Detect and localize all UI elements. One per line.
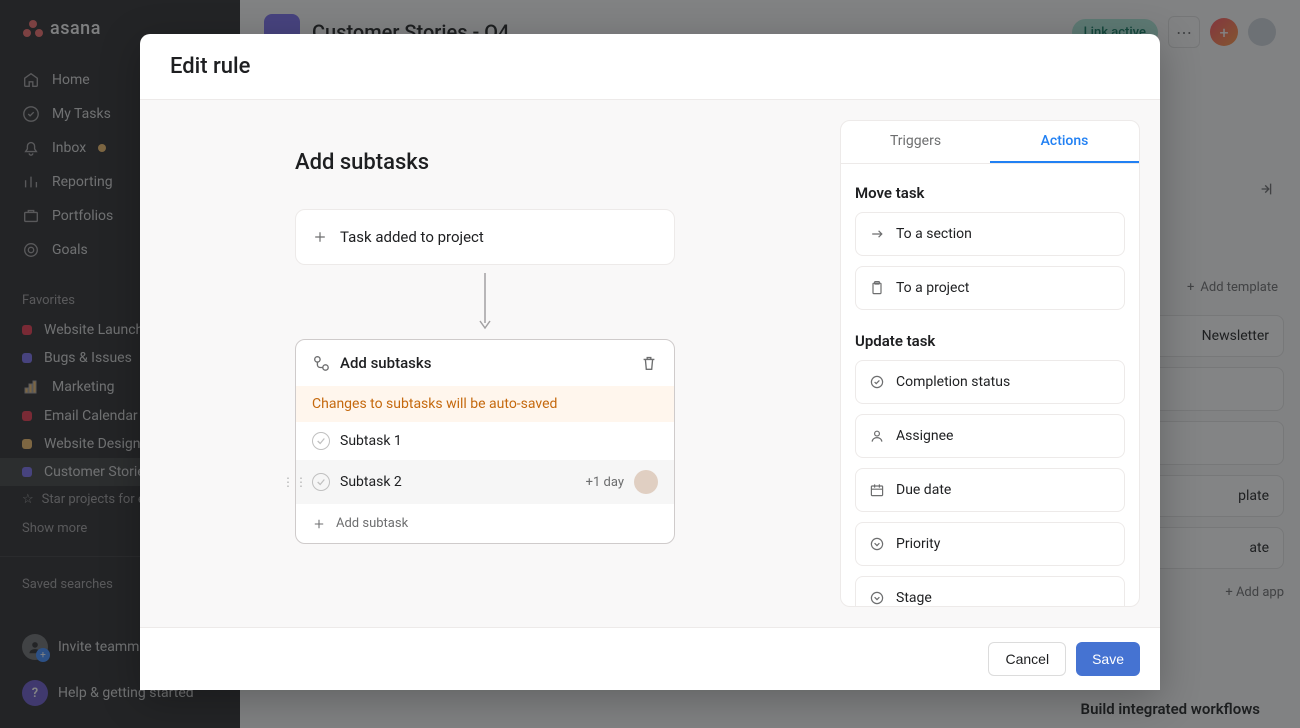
person-icon: [868, 427, 886, 445]
modal-title: Edit rule: [170, 54, 1130, 79]
action-card-add-subtasks[interactable]: Add subtasks Changes to subtasks will be…: [295, 339, 675, 544]
actions-list: Move task To a section To a project Upda…: [841, 164, 1139, 606]
trigger-card[interactable]: Task added to project: [295, 209, 675, 265]
plus-icon: [312, 517, 326, 531]
dropdown-circle-icon: [868, 589, 886, 606]
cancel-button[interactable]: Cancel: [988, 642, 1066, 676]
delete-action-button[interactable]: [640, 354, 658, 372]
add-subtask-label: Add subtask: [336, 516, 408, 531]
tab-actions[interactable]: Actions: [990, 121, 1139, 163]
action-completion-status[interactable]: Completion status: [855, 360, 1125, 404]
option-label: Priority: [896, 536, 940, 552]
option-label: Completion status: [896, 374, 1010, 390]
subtask-row-1[interactable]: Subtask 1: [296, 422, 674, 460]
assignee-avatar[interactable]: [634, 470, 658, 494]
add-subtask-button[interactable]: Add subtask: [296, 504, 674, 543]
action-to-section[interactable]: To a section: [855, 212, 1125, 256]
flow-arrow: [295, 265, 675, 339]
modal-footer: Cancel Save: [140, 628, 1160, 690]
plus-icon: [312, 229, 328, 245]
option-label: To a project: [896, 280, 969, 296]
action-due-date[interactable]: Due date: [855, 468, 1125, 512]
arrow-down-icon: [478, 273, 492, 331]
autosave-warning: Changes to subtasks will be auto-saved: [296, 386, 674, 422]
save-button[interactable]: Save: [1076, 642, 1140, 676]
option-label: To a section: [896, 226, 972, 242]
subtask-name: Subtask 1: [340, 433, 402, 449]
subtask-row-2[interactable]: ⋮⋮ Subtask 2 +1 day: [296, 460, 674, 504]
action-card-header: Add subtasks: [296, 340, 674, 386]
tab-triggers[interactable]: Triggers: [841, 121, 990, 163]
rule-canvas: Add subtasks Task added to project Add s…: [140, 100, 840, 627]
trash-icon: [640, 354, 658, 372]
option-label: Assignee: [896, 428, 953, 444]
action-priority[interactable]: Priority: [855, 522, 1125, 566]
action-assignee[interactable]: Assignee: [855, 414, 1125, 458]
calendar-icon: [868, 481, 886, 499]
option-label: Stage: [896, 590, 932, 606]
action-to-project[interactable]: To a project: [855, 266, 1125, 310]
rules-side-panel: Triggers Actions Move task To a section …: [840, 120, 1140, 607]
trigger-label: Task added to project: [340, 228, 484, 246]
relative-due-date: +1 day: [586, 475, 624, 490]
option-label: Due date: [896, 482, 951, 498]
edit-rule-modal: Edit rule Add subtasks Task added to pro…: [140, 34, 1160, 690]
canvas-title: Add subtasks: [295, 150, 800, 175]
arrow-right-icon: [868, 225, 886, 243]
subtask-branch-icon: [312, 354, 330, 372]
check-circle-icon: [868, 373, 886, 391]
complete-checkbox-icon[interactable]: [312, 432, 330, 450]
group-move-task: Move task: [855, 178, 1125, 212]
drag-handle-icon[interactable]: ⋮⋮: [282, 475, 308, 489]
dropdown-circle-icon: [868, 535, 886, 553]
action-card-title: Add subtasks: [340, 354, 431, 372]
clipboard-icon: [868, 279, 886, 297]
group-update-task: Update task: [855, 320, 1125, 360]
action-stage[interactable]: Stage: [855, 576, 1125, 606]
panel-tabs: Triggers Actions: [841, 121, 1139, 164]
modal-header: Edit rule: [140, 34, 1160, 100]
subtask-name: Subtask 2: [340, 474, 402, 490]
complete-checkbox-icon[interactable]: [312, 473, 330, 491]
